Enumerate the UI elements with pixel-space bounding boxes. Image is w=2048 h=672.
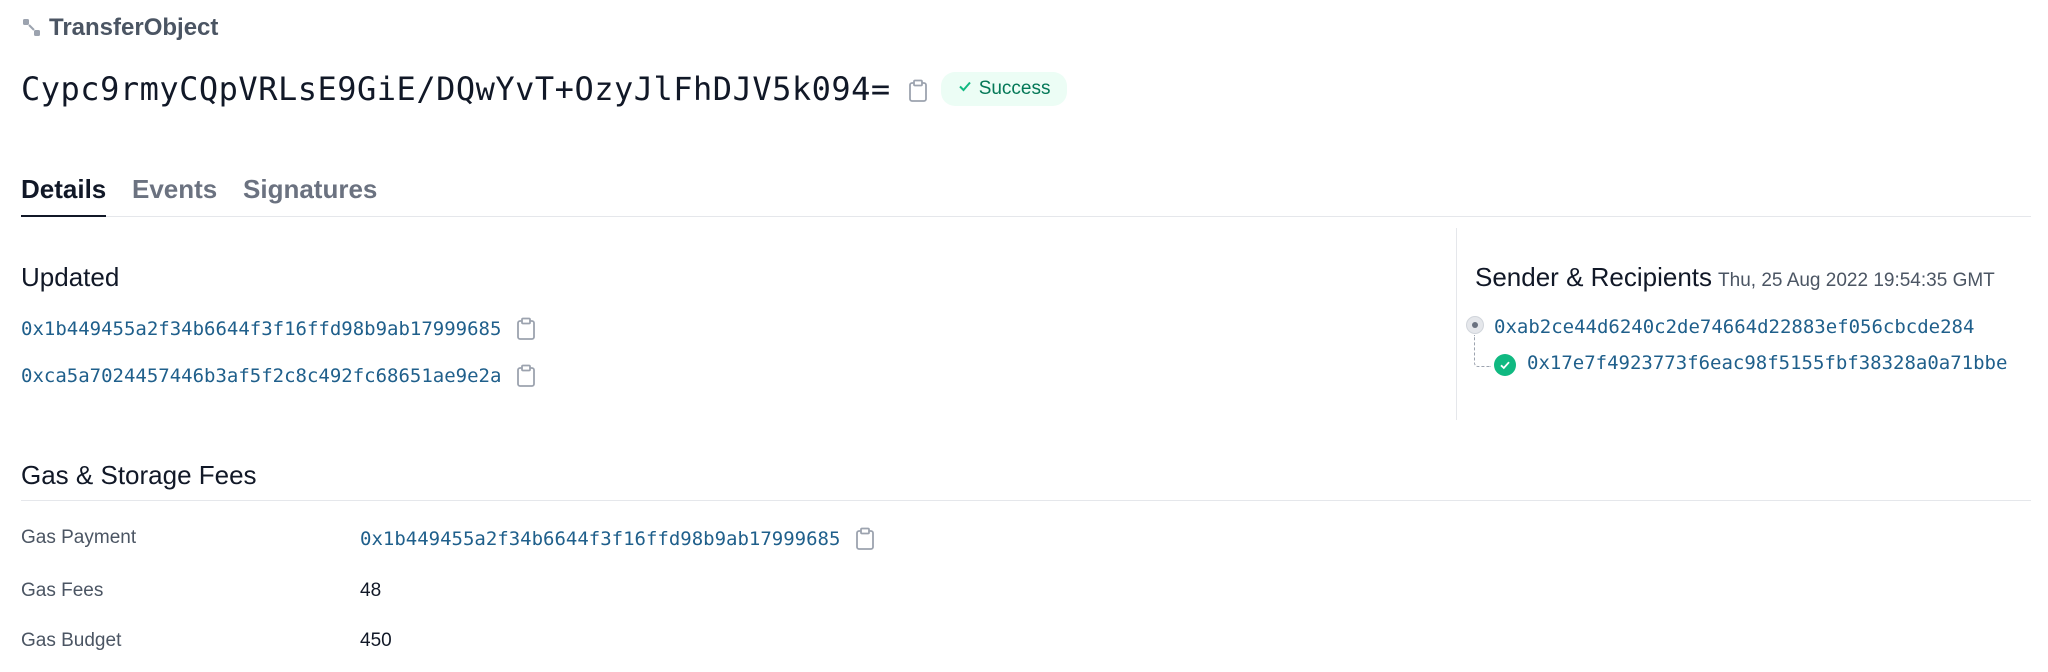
tx-timestamp: Thu, 25 Aug 2022 19:54:35 GMT <box>1718 270 1995 291</box>
gas-section-divider <box>21 500 2031 501</box>
clipboard-icon[interactable] <box>513 363 539 389</box>
sender-dot-icon <box>1466 316 1484 334</box>
tabs: Details Events Signatures <box>21 170 2031 217</box>
sender-row: 0xab2ce44d6240c2de74664d22883ef056cbcde2… <box>1494 316 1974 338</box>
tab-details[interactable]: Details <box>21 174 107 217</box>
check-circle-icon <box>1494 354 1516 376</box>
column-divider <box>1456 228 1457 420</box>
tx-digest: Cypc9rmyCQpVRLsE9GiE/DQwYvT+OzyJlFhDJV5k… <box>21 70 891 108</box>
clipboard-icon[interactable] <box>905 78 931 104</box>
gas-fees-value: 48 <box>360 580 382 601</box>
digest-row: Cypc9rmyCQpVRLsE9GiE/DQwYvT+OzyJlFhDJV5k… <box>21 70 1067 108</box>
gas-payment-label: Gas Payment <box>21 527 137 548</box>
gas-fees-label: Gas Fees <box>21 580 104 601</box>
check-icon <box>957 78 973 100</box>
status-label: Success <box>978 78 1051 99</box>
gas-budget-label: Gas Budget <box>21 630 122 651</box>
updated-object-link[interactable]: 0x1b449455a2f34b6644f3f16ffd98b9ab179996… <box>21 318 501 340</box>
tx-type-label: TransferObject <box>49 14 219 41</box>
updated-object-link[interactable]: 0xca5a7024457446b3af5f2c8c492fc68651ae9e… <box>21 365 501 387</box>
gas-fees-title: Gas & Storage Fees <box>21 460 257 490</box>
tx-type-header: TransferObject <box>21 14 218 42</box>
recipient-address-link[interactable]: 0x17e7f4923773f6eac98f5155fbf38328a0a71b… <box>1527 352 2007 374</box>
gas-payment-link[interactable]: 0x1b449455a2f34b6644f3f16ffd98b9ab179996… <box>360 528 840 550</box>
updated-object-row: 0x1b449455a2f34b6644f3f16ffd98b9ab179996… <box>21 316 539 342</box>
clipboard-icon[interactable] <box>852 526 878 552</box>
gas-budget-value: 450 <box>360 630 392 651</box>
status-badge: Success <box>940 72 1067 106</box>
recipient-row: 0x17e7f4923773f6eac98f5155fbf38328a0a71b… <box>1527 352 2007 374</box>
sender-recipient-connector <box>1474 335 1491 367</box>
transaction-page: TransferObject Cypc9rmyCQpVRLsE9GiE/DQwY… <box>0 0 2048 672</box>
clipboard-icon[interactable] <box>513 316 539 342</box>
tab-events[interactable]: Events <box>132 174 217 205</box>
sender-recipients-title: Sender & Recipients <box>1475 262 1713 292</box>
transfer-object-icon <box>21 17 43 39</box>
gas-payment-row: 0x1b449455a2f34b6644f3f16ffd98b9ab179996… <box>360 526 878 552</box>
sender-recipients-header: Sender & Recipients Thu, 25 Aug 2022 19:… <box>1475 262 1995 293</box>
updated-object-row: 0xca5a7024457446b3af5f2c8c492fc68651ae9e… <box>21 363 539 389</box>
updated-title: Updated <box>21 262 120 292</box>
sender-address-link[interactable]: 0xab2ce44d6240c2de74664d22883ef056cbcde2… <box>1494 316 1974 338</box>
tab-signatures[interactable]: Signatures <box>243 174 377 205</box>
